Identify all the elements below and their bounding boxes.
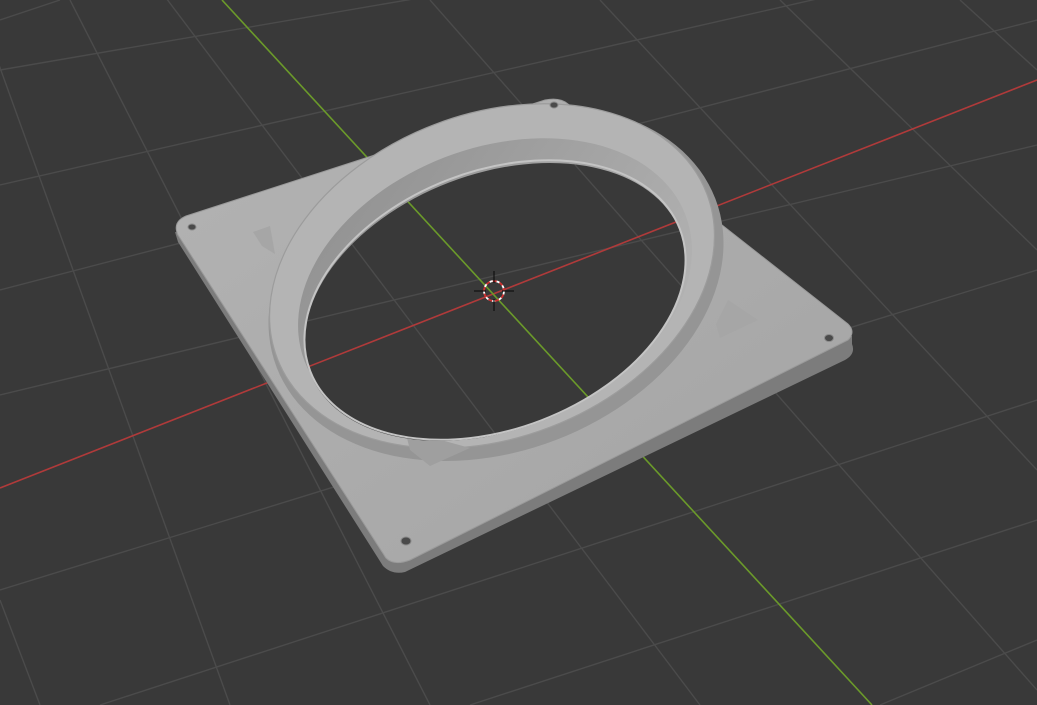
mounting-hole <box>824 334 834 342</box>
fan-mount-plate[interactable] <box>0 0 1037 705</box>
viewport-canvas[interactable] <box>0 0 1037 705</box>
mounting-hole <box>187 223 197 231</box>
mounting-hole <box>549 101 559 109</box>
3d-viewport[interactable] <box>0 0 1037 705</box>
mounting-hole <box>400 536 412 546</box>
